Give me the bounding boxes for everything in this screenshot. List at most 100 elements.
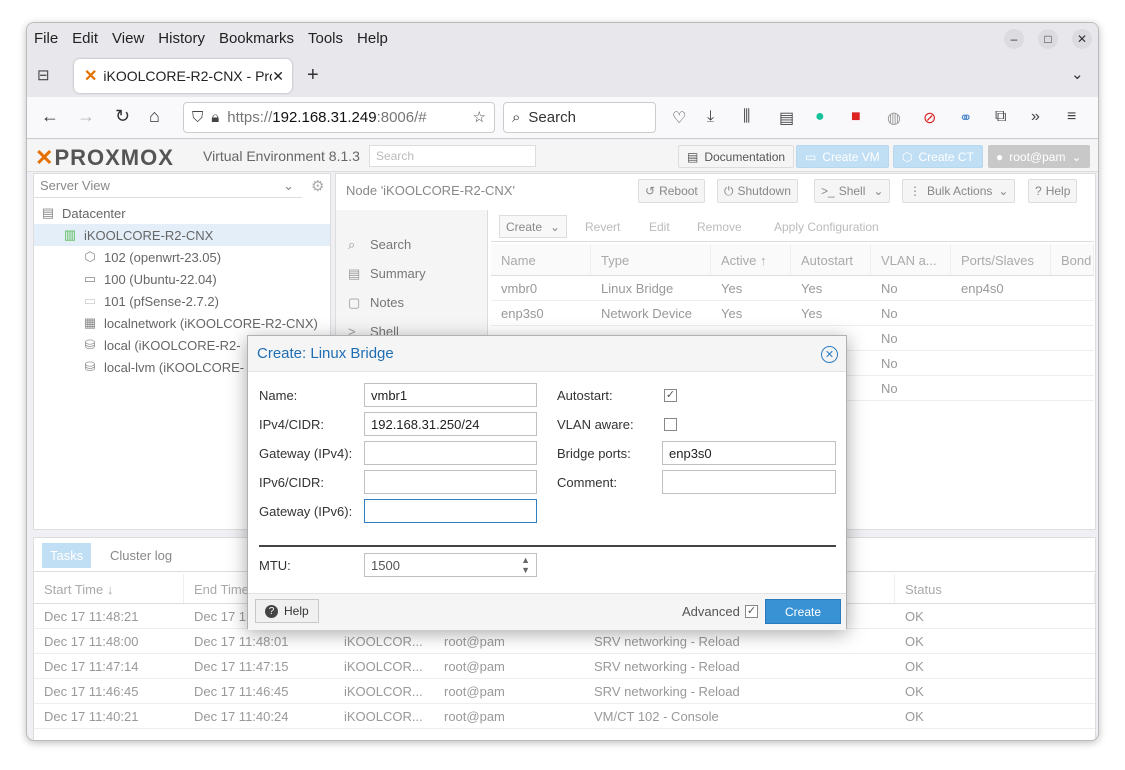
- tree-item-vm-101[interactable]: ▭ 101 (pfSense-2.7.2): [34, 290, 330, 312]
- menu-tools[interactable]: Tools: [308, 30, 343, 47]
- mtu-stepper[interactable]: 1500 ▲ ▼: [364, 553, 537, 577]
- browser-search-box[interactable]: ⌕ Search: [503, 102, 656, 133]
- shield-icon[interactable]: ⛉: [192, 109, 203, 126]
- overflow-icon[interactable]: »: [1031, 108, 1040, 126]
- menu-bookmarks[interactable]: Bookmarks: [219, 30, 294, 47]
- column-header[interactable]: Ports/Slaves: [951, 244, 1051, 275]
- tab-tasks[interactable]: Tasks: [42, 543, 92, 568]
- vlan-aware-checkbox[interactable]: [664, 418, 677, 431]
- create-menu-button[interactable]: Create ⌄: [499, 215, 568, 238]
- column-header[interactable]: Status: [895, 574, 1095, 603]
- column-header[interactable]: Type: [591, 244, 711, 275]
- tab-cluster-log[interactable]: Cluster log: [102, 543, 180, 568]
- menu-edit[interactable]: Edit: [72, 30, 98, 47]
- maximize-icon[interactable]: □: [1038, 29, 1058, 49]
- tab-overview-icon[interactable]: ⊟: [37, 66, 50, 84]
- lock-icon[interactable]: 🔒︎: [211, 109, 219, 126]
- menu-notes[interactable]: ▢ Notes: [336, 288, 487, 317]
- create-vm-label: Create VM: [822, 149, 880, 164]
- bookmark-star-icon[interactable]: ☆: [473, 108, 486, 126]
- table-row[interactable]: Dec 17 11:48:00 Dec 17 11:48:01 iKOOLCOR..…: [34, 629, 1095, 654]
- tree-item-node[interactable]: ▥ iKOOLCORE-R2-CNX: [34, 224, 330, 246]
- reload-icon[interactable]: ↻: [115, 106, 130, 127]
- name-field[interactable]: vmbr1: [364, 383, 537, 407]
- create-ct-button[interactable]: ⬡ Create CT: [893, 145, 983, 168]
- create-vm-button[interactable]: ▭ Create VM: [796, 145, 889, 168]
- table-row[interactable]: enp3s0 Network Device Yes Yes No: [491, 301, 1094, 326]
- comment-field[interactable]: [662, 470, 836, 494]
- minimize-icon[interactable]: –: [1004, 29, 1024, 49]
- globe-icon[interactable]: ◍: [887, 108, 901, 128]
- bridge-ports-field[interactable]: enp3s0: [662, 441, 836, 465]
- ipv4-cidr-field[interactable]: 192.168.31.250/24: [364, 412, 537, 436]
- gateway-ipv4-field[interactable]: [364, 441, 537, 465]
- browser-tab[interactable]: ✕ iKOOLCORE-R2-CNX - Pro ✕: [74, 59, 292, 93]
- documentation-button[interactable]: ▤ Documentation: [678, 145, 795, 168]
- dialog-help-button[interactable]: ? Help: [255, 599, 319, 623]
- shell-button[interactable]: >_ Shell ⌄: [814, 179, 891, 203]
- tree-item-ct-102[interactable]: ⬡ 102 (openwrt-23.05): [34, 246, 330, 268]
- tree-item-datacenter[interactable]: ▤ Datacenter: [34, 202, 330, 224]
- table-row[interactable]: Dec 17 11:47:14 Dec 17 11:47:15 iKOOLCOR..…: [34, 654, 1095, 679]
- column-header[interactable]: VLAN a...: [871, 244, 951, 275]
- revert-button[interactable]: Revert: [579, 215, 626, 238]
- table-row[interactable]: vmbr0 Linux Bridge Yes Yes No enp4s0: [491, 276, 1094, 301]
- table-row[interactable]: Dec 17 11:46:45 Dec 17 11:46:45 iKOOLCOR..…: [34, 679, 1095, 704]
- advanced-checkbox[interactable]: ✓: [745, 605, 758, 618]
- sidebar-icon[interactable]: ▤: [779, 108, 794, 128]
- autostart-checkbox[interactable]: ✓: [664, 389, 677, 402]
- gateway-ipv6-field[interactable]: [364, 499, 537, 523]
- link-icon[interactable]: ⚭: [959, 108, 972, 128]
- create-button[interactable]: Create: [765, 599, 841, 624]
- tree-item-vm-100[interactable]: ▭ 100 (Ubuntu-22.04): [34, 268, 330, 290]
- url-bar[interactable]: ⛉ 🔒︎ https://192.168.31.249:8006/# ☆: [183, 102, 495, 133]
- shutdown-button[interactable]: ⏻ Shutdown: [717, 179, 798, 203]
- table-row[interactable]: Dec 17 11:40:21 Dec 17 11:40:24 iKOOLCOR..…: [34, 704, 1095, 729]
- downloads-icon[interactable]: ⤓: [707, 108, 714, 126]
- extensions-icon[interactable]: ⧉: [995, 108, 1006, 126]
- block-icon[interactable]: ⊘: [923, 108, 936, 128]
- extension-red-icon[interactable]: ■: [851, 108, 861, 126]
- menu-help[interactable]: Help: [357, 30, 388, 47]
- edit-button[interactable]: Edit: [643, 215, 676, 238]
- spinner-icon[interactable]: ▲ ▼: [521, 555, 530, 575]
- user-menu-button[interactable]: ● root@pam ⌄: [988, 145, 1090, 168]
- home-icon[interactable]: ⌂: [149, 106, 160, 127]
- ipv6-cidr-field[interactable]: [364, 470, 537, 494]
- column-header[interactable]: Bond: [1051, 244, 1094, 275]
- tree-item-label: localnetwork (iKOOLCORE-R2-CNX): [104, 315, 318, 331]
- column-header[interactable]: Start Time ↓: [34, 574, 184, 603]
- grammarly-icon[interactable]: ●: [815, 108, 825, 126]
- forward-icon[interactable]: →: [77, 106, 95, 127]
- dialog-title: Create: Linux Bridge: [257, 345, 394, 362]
- apply-configuration-button[interactable]: Apply Configuration: [768, 215, 885, 238]
- column-header[interactable]: Autostart: [791, 244, 871, 275]
- hamburger-menu-icon[interactable]: ≡: [1067, 108, 1076, 126]
- menu-file[interactable]: File: [34, 30, 58, 47]
- menu-search[interactable]: ⌕ Search: [336, 230, 487, 259]
- pve-search-input[interactable]: Search: [369, 145, 536, 167]
- menu-view[interactable]: View: [112, 30, 144, 47]
- gear-icon[interactable]: ⚙: [311, 177, 324, 195]
- menu-history[interactable]: History: [158, 30, 205, 47]
- back-icon[interactable]: ←: [41, 106, 59, 127]
- pocket-icon[interactable]: ♡: [672, 108, 686, 128]
- column-header[interactable]: Name: [491, 244, 591, 275]
- datacenter-icon: ▤: [41, 205, 55, 220]
- close-window-icon[interactable]: ✕: [1072, 29, 1092, 49]
- column-header[interactable]: Active ↑: [711, 244, 791, 275]
- proxmox-logo: ✕PROXMOX: [35, 145, 174, 171]
- dialog-title-bar[interactable]: Create: Linux Bridge ✕: [248, 336, 846, 372]
- close-icon[interactable]: ✕: [821, 346, 838, 363]
- close-tab-icon[interactable]: ✕: [272, 68, 284, 85]
- tree-item-localnetwork[interactable]: ▦ localnetwork (iKOOLCORE-R2-CNX): [34, 312, 330, 334]
- server-view-select[interactable]: Server View ⌄: [34, 174, 302, 198]
- menu-summary[interactable]: ▤ Summary: [336, 259, 487, 288]
- reboot-button[interactable]: ↺ Reboot: [638, 179, 705, 203]
- bulk-actions-button[interactable]: ⋮ Bulk Actions ⌄: [902, 179, 1016, 203]
- tab-list-chevron-icon[interactable]: ⌄: [1071, 65, 1084, 83]
- library-icon[interactable]: ⫼: [743, 108, 750, 126]
- new-tab-icon[interactable]: +: [307, 64, 319, 87]
- remove-button[interactable]: Remove: [691, 215, 748, 238]
- node-help-button[interactable]: ? Help: [1028, 179, 1078, 203]
